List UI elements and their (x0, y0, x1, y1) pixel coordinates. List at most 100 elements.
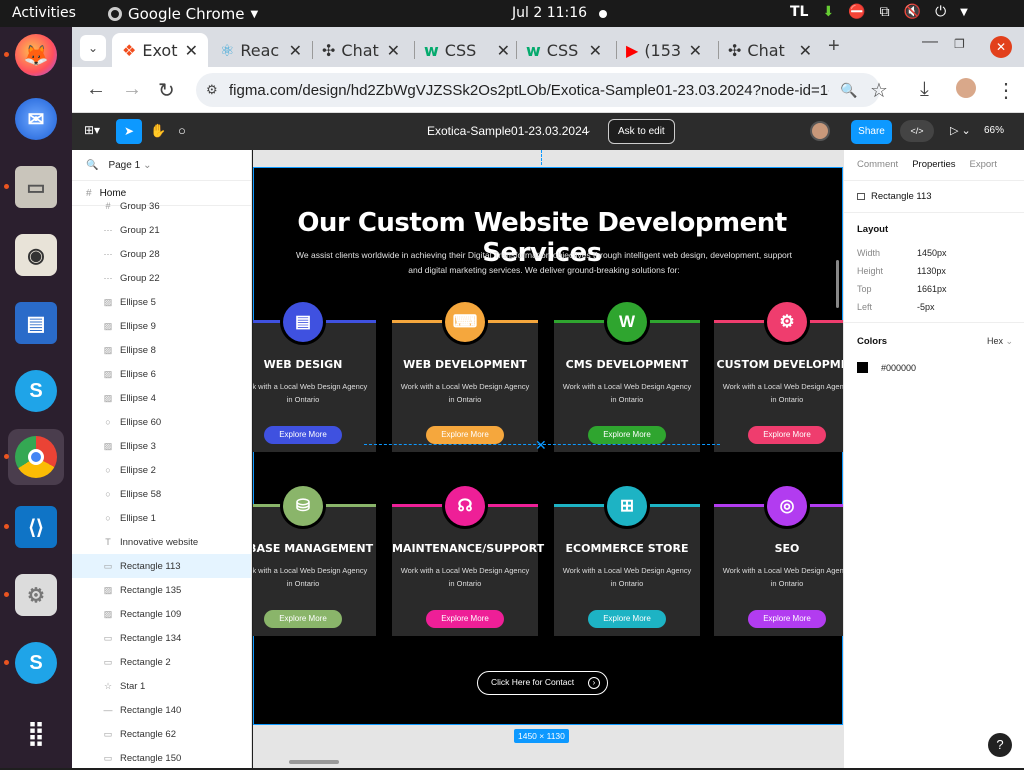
site-info-icon[interactable]: ⚙ (206, 82, 218, 98)
dock-skype[interactable]: S (8, 363, 64, 419)
layer-item[interactable]: ⋯ Group 21 (72, 218, 251, 242)
fill-swatch[interactable] (857, 362, 868, 373)
ask-to-edit-button[interactable]: Ask to edit (608, 119, 675, 144)
tab-css-1[interactable]: w CSS ✕ (424, 33, 512, 67)
tab-youtube[interactable]: ▶ (153 ✕ (626, 33, 706, 67)
url-text[interactable]: figma.com/design/hd2ZbWgVJZSSk2Os2ptLOb/… (229, 82, 829, 99)
close-tab-icon[interactable]: ✕ (497, 41, 510, 60)
hand-tool-icon[interactable]: ✋ (150, 123, 166, 139)
layer-item[interactable]: ▨ Ellipse 6 (72, 362, 251, 386)
height-value[interactable]: 1130px (917, 266, 946, 276)
figma-menu-icon[interactable]: ⊞▾ (84, 123, 100, 137)
back-icon[interactable]: ← (86, 78, 106, 101)
layer-item[interactable]: ▨ Ellipse 9 (72, 314, 251, 338)
tab-export[interactable]: Export (970, 159, 997, 170)
tab-react[interactable]: ⚛ Reac ✕ (220, 33, 308, 67)
app-menu[interactable]: Google Chrome ▼ (108, 5, 258, 23)
tab-comment[interactable]: Comment (857, 159, 898, 170)
dock-writer[interactable]: ▤ (8, 295, 64, 351)
services-frame[interactable]: Our Custom Website Development Services … (253, 167, 843, 725)
contact-button[interactable]: Click Here for Contact › (477, 671, 608, 695)
layer-item[interactable]: ▨ Rectangle 135 (72, 578, 251, 602)
new-tab-icon[interactable]: + (828, 35, 840, 58)
explore-more-button[interactable]: Explore More (426, 610, 504, 628)
dock-chrome[interactable] (4, 429, 64, 485)
service-card[interactable]: ☊ MAINTENANCE/SUPPORT Work with a Local We… (392, 486, 544, 636)
profile-avatar[interactable] (956, 78, 976, 98)
close-tab-icon[interactable]: ✕ (387, 41, 400, 60)
present-icon[interactable]: ▷ ⌄ (950, 124, 971, 137)
explore-more-button[interactable]: Explore More (748, 610, 826, 628)
chevron-down-icon[interactable]: ⌄ (584, 125, 592, 136)
chrome-menu-icon[interactable]: ⋮ (996, 78, 1016, 103)
explore-more-button[interactable]: Explore More (264, 426, 342, 444)
zoom-lens-icon[interactable]: 🔍 (840, 82, 857, 99)
document-title[interactable]: Exotica-Sample01-23.03.2024 (427, 124, 588, 138)
service-card[interactable]: ▤ WEB DESIGN Work with a Local Web Design … (253, 302, 376, 452)
layer-item[interactable]: ○ Ellipse 58 (72, 482, 251, 506)
service-card[interactable]: ⚙ CUSTOM DEVELOPMEN Work with a Local Web … (714, 302, 843, 452)
dock-settings[interactable]: ⚙ (4, 567, 64, 623)
layer-item[interactable]: ▭ Rectangle 134 (72, 626, 251, 650)
layer-item[interactable]: ☆ Star 1 (72, 674, 251, 698)
restore-icon[interactable]: ❐ (954, 37, 965, 51)
service-card[interactable]: ◎ SEO Work with a Local Web Design Agency … (714, 486, 843, 636)
download-icon[interactable]: ⤓ (920, 78, 929, 101)
dock-files[interactable]: ▭ (4, 159, 64, 215)
service-card[interactable]: ⛁ TABASE MANAGEMENT Work with a Local Web … (253, 486, 376, 636)
share-button[interactable]: Share (851, 120, 892, 144)
tab-chat-1[interactable]: ✣ Chat ✕ (322, 33, 408, 67)
minimize-icon[interactable]: — (922, 33, 938, 51)
dock-app-grid[interactable]: ⣿ (8, 705, 64, 761)
layer-item[interactable]: ▨ Ellipse 5 (72, 290, 251, 314)
layer-item[interactable]: ▭ Rectangle 62 (72, 722, 251, 746)
fill-hex-value[interactable]: #000000 (881, 363, 916, 373)
layer-item[interactable]: ○ Ellipse 2 (72, 458, 251, 482)
close-tab-icon[interactable]: ✕ (689, 41, 702, 60)
close-tab-icon[interactable]: ✕ (589, 41, 602, 60)
layer-item[interactable]: T Innovative website (72, 530, 251, 554)
explore-more-button[interactable]: Explore More (748, 426, 826, 444)
left-value[interactable]: -5px (917, 302, 935, 312)
layer-item[interactable]: ▭ Rectangle 2 (72, 650, 251, 674)
close-tab-icon[interactable]: ✕ (289, 41, 302, 60)
tab-chat-2[interactable]: ✣ Chat ✕ (728, 33, 818, 67)
layer-item[interactable]: ▨ Ellipse 8 (72, 338, 251, 362)
clock[interactable]: Jul 2 11:16 (512, 5, 587, 21)
layer-item[interactable]: ▨ Ellipse 3 (72, 434, 251, 458)
explore-more-button[interactable]: Explore More (588, 426, 666, 444)
address-bar[interactable]: ⚙ figma.com/design/hd2ZbWgVJZSSk2Os2ptLO… (196, 73, 880, 107)
reload-icon[interactable]: ↻ (158, 78, 175, 103)
help-button[interactable]: ? (988, 733, 1012, 757)
service-card[interactable]: W CMS DEVELOPMENT Work with a Local Web De… (554, 302, 700, 452)
dock-rhythmbox[interactable]: ◉ (8, 227, 64, 283)
search-icon[interactable]: 🔍 (86, 160, 98, 171)
close-tab-icon[interactable]: ✕ (185, 41, 198, 60)
layer-item[interactable]: ○ Ellipse 60 (72, 410, 251, 434)
layer-item[interactable]: ▨ Ellipse 4 (72, 386, 251, 410)
service-card[interactable]: ⌨ WEB DEVELOPMENT Work with a Local Web De… (392, 302, 538, 452)
layer-item[interactable]: ⋯ Group 22 (72, 266, 251, 290)
layer-item[interactable]: ▭ Rectangle 113 (72, 554, 251, 578)
explore-more-button[interactable]: Explore More (426, 426, 504, 444)
dock-vscode[interactable]: ⟨⟩ (4, 499, 64, 555)
layer-item[interactable]: ▨ Rectangle 109 (72, 602, 251, 626)
top-value[interactable]: 1661px (917, 284, 947, 294)
activities-button[interactable]: Activities (12, 5, 76, 21)
tab-figma[interactable]: ❖ Exot ✕ (112, 33, 208, 67)
collaborator-avatar[interactable] (810, 121, 830, 141)
layer-item[interactable]: ⋯ Group 28 (72, 242, 251, 266)
dock-skype-2[interactable]: S (4, 635, 64, 691)
vertical-scrollbar[interactable] (836, 260, 839, 308)
close-window-icon[interactable]: ✕ (990, 36, 1012, 58)
comment-tool-icon[interactable]: ○ (178, 123, 186, 138)
explore-more-button[interactable]: Explore More (588, 610, 666, 628)
system-tray[interactable]: TL ⬇ ⛔ ⧉ 🔇 ⏻ ▼ (790, 4, 968, 20)
tab-css-2[interactable]: w CSS ✕ (526, 33, 608, 67)
close-tab-icon[interactable]: ✕ (799, 41, 812, 60)
dock-firefox[interactable]: 🦊 (4, 27, 64, 83)
dev-mode-toggle[interactable]: </> (900, 120, 934, 142)
tab-properties[interactable]: Properties (912, 159, 955, 170)
tab-search-button[interactable]: ⌄ (80, 35, 106, 61)
color-mode-select[interactable]: Hex ⌄ (987, 336, 1013, 347)
